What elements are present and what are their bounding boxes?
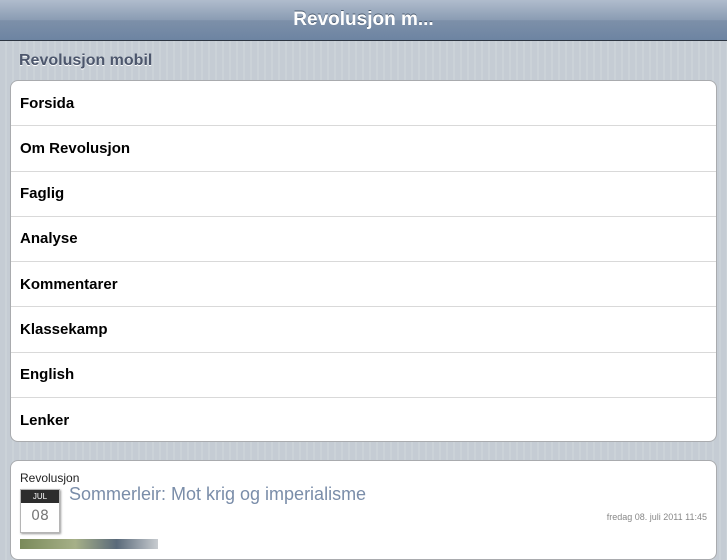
menu-item-om-revolusjon[interactable]: Om Revolusjon bbox=[11, 126, 716, 172]
calendar-icon: JUL 08 bbox=[20, 489, 60, 533]
menu-item-lenker[interactable]: Lenker bbox=[11, 398, 716, 441]
article-thumbnail[interactable] bbox=[20, 539, 158, 549]
menu-list: Forsida Om Revolusjon Faglig Analyse Kom… bbox=[10, 80, 717, 442]
top-navigation-bar: Revolusjon m... bbox=[0, 0, 727, 41]
menu-item-analyse[interactable]: Analyse bbox=[11, 217, 716, 262]
calendar-month: JUL bbox=[21, 490, 59, 503]
menu-item-english[interactable]: English bbox=[11, 353, 716, 398]
article-source: Revolusjon bbox=[20, 471, 80, 485]
menu-item-klassekamp[interactable]: Klassekamp bbox=[11, 307, 716, 353]
article-title-link[interactable]: Sommerleir: Mot krig og imperialisme bbox=[69, 484, 366, 505]
menu-item-forsida[interactable]: Forsida bbox=[11, 81, 716, 127]
article-card: Revolusjon JUL 08 Sommerleir: Mot krig o… bbox=[10, 460, 717, 560]
menu-item-kommentarer[interactable]: Kommentarer bbox=[11, 262, 716, 308]
page-title: Revolusjon m... bbox=[293, 9, 434, 30]
article-date: fredag 08. juli 2011 11:45 bbox=[606, 512, 707, 522]
menu-item-faglig[interactable]: Faglig bbox=[11, 172, 716, 217]
calendar-day: 08 bbox=[31, 508, 49, 524]
section-header: Revolusjon mobil bbox=[19, 52, 153, 69]
